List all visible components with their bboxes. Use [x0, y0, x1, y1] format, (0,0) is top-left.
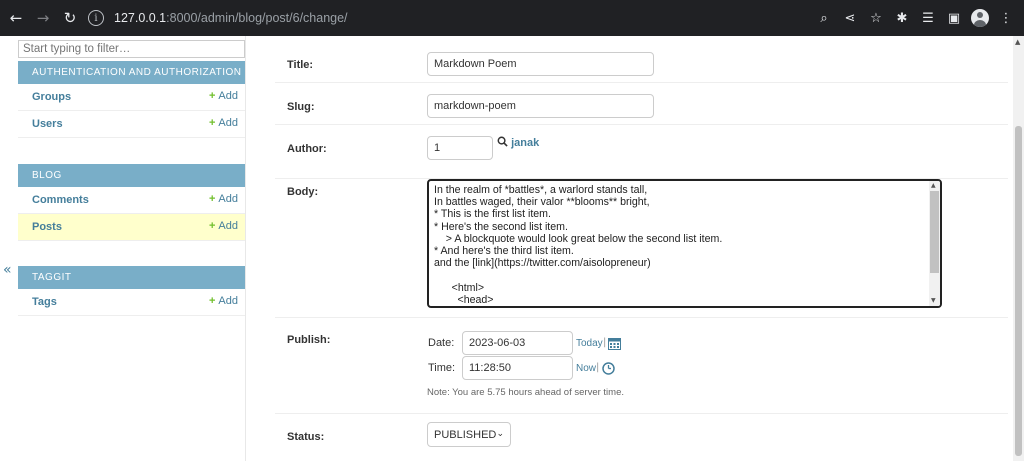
date-label: Date: — [428, 337, 455, 349]
form-row-body: Body: In the realm of *battles*, a warlo… — [275, 177, 1008, 318]
zoom-icon[interactable]: ⌕ — [812, 6, 836, 30]
title-label: Title: — [287, 59, 314, 71]
plus-icon: + — [208, 220, 216, 232]
timezone-note: Note: You are 5.75 hours ahead of server… — [427, 387, 624, 398]
publish-label: Publish: — [287, 334, 331, 346]
forward-icon[interactable]: → — [32, 7, 54, 29]
add-posts-link[interactable]: + Add — [209, 220, 238, 232]
form-row-slug: Slug: markdown-poem — [275, 83, 1008, 125]
author-name[interactable]: janak — [511, 137, 539, 149]
browser-toolbar: ← → ↻ i 127.0.0.1:8000/admin/blog/post/6… — [0, 0, 1024, 36]
add-tags-link[interactable]: + Add — [209, 295, 238, 307]
form-row-publish: Publish: Date: 2023-06-03 Today | Time: … — [275, 318, 1008, 414]
module-header[interactable]: TAGGIT — [18, 266, 245, 289]
add-groups-link[interactable]: + Add — [209, 90, 238, 102]
calendar-icon[interactable] — [608, 337, 621, 350]
scroll-up-arrow-icon[interactable]: ▲ — [1015, 38, 1020, 46]
status-selected-value: PUBLISHED — [434, 429, 497, 441]
form-row-author: Author: 1 janak — [275, 125, 1008, 179]
scroll-thumb[interactable] — [930, 191, 939, 273]
profile-avatar[interactable] — [968, 6, 992, 30]
author-label: Author: — [287, 143, 327, 155]
plus-icon: + — [208, 117, 216, 129]
separator: | — [603, 337, 607, 348]
now-link[interactable]: Now — [576, 363, 596, 374]
nav-filter-input[interactable] — [18, 40, 245, 58]
reload-icon[interactable]: ↻ — [59, 7, 81, 29]
body-text[interactable]: In the realm of *battles*, a warlord sta… — [429, 181, 940, 306]
page-scrollbar[interactable]: ▲ — [1013, 36, 1024, 461]
time-label: Time: — [428, 362, 456, 374]
side-panel-icon[interactable]: ▣ — [942, 6, 966, 30]
search-icon — [497, 136, 508, 147]
add-users-link[interactable]: + Add — [209, 117, 238, 129]
url-text: 127.0.0.1:8000/admin/blog/post/6/change/ — [114, 11, 348, 25]
module-header[interactable]: BLOG — [18, 164, 245, 187]
module-taggit: TAGGIT Tags + Add — [18, 266, 245, 316]
nav-sidebar-toggle[interactable]: « — [3, 262, 12, 278]
nav-row-groups: Groups + Add — [18, 84, 245, 111]
module-auth: AUTHENTICATION AND AUTHORIZATION Groups … — [18, 61, 245, 138]
nav-row-comments: Comments + Add — [18, 187, 245, 214]
nav-link-users[interactable]: Users — [32, 118, 63, 130]
site-info-icon[interactable]: i — [88, 10, 104, 26]
extensions-icon[interactable]: ✱ — [890, 6, 914, 30]
share-icon[interactable]: ⋖ — [838, 6, 862, 30]
plus-icon: + — [208, 295, 216, 307]
status-label: Status: — [287, 431, 325, 443]
scroll-up-arrow-icon[interactable]: ▲ — [931, 182, 936, 189]
author-lookup[interactable]: janak — [497, 136, 539, 149]
admin-nav-sidebar: AUTHENTICATION AND AUTHORIZATION Groups … — [18, 36, 246, 461]
time-input[interactable]: 11:28:50 — [462, 356, 573, 380]
nav-row-posts: Posts + Add — [18, 214, 245, 241]
form-row-title: Title: Markdown Poem — [275, 36, 1008, 83]
scroll-down-arrow-icon[interactable]: ▼ — [931, 297, 936, 304]
nav-link-groups[interactable]: Groups — [32, 91, 71, 103]
add-comments-link[interactable]: + Add — [209, 193, 238, 205]
author-id-input[interactable]: 1 — [427, 136, 493, 160]
reading-list-icon[interactable]: ☰ — [916, 6, 940, 30]
nav-link-comments[interactable]: Comments — [32, 194, 89, 206]
nav-row-tags: Tags + Add — [18, 289, 245, 316]
page-scroll-thumb[interactable] — [1015, 126, 1022, 456]
chevron-down-icon: ⌄ — [496, 428, 504, 438]
textarea-scrollbar[interactable]: ▲ ▼ — [929, 181, 940, 306]
date-input[interactable]: 2023-06-03 — [462, 331, 573, 355]
plus-icon: + — [208, 90, 216, 102]
status-select[interactable]: PUBLISHED ⌄ — [427, 422, 511, 447]
nav-row-users: Users + Add — [18, 111, 245, 138]
bookmark-star-icon[interactable]: ☆ — [864, 6, 888, 30]
separator: | — [596, 362, 600, 373]
today-link[interactable]: Today — [576, 338, 603, 349]
plus-icon: + — [208, 193, 216, 205]
nav-link-tags[interactable]: Tags — [32, 296, 57, 308]
menu-icon[interactable]: ⋮ — [994, 6, 1018, 30]
address-bar[interactable]: i 127.0.0.1:8000/admin/blog/post/6/chang… — [82, 4, 822, 32]
title-input[interactable]: Markdown Poem — [427, 52, 654, 76]
form-row-status: Status: PUBLISHED ⌄ — [275, 414, 1008, 461]
body-textarea[interactable]: In the realm of *battles*, a warlord sta… — [427, 179, 942, 308]
back-icon[interactable]: ← — [5, 7, 27, 29]
module-blog: BLOG Comments + Add Posts + Add — [18, 164, 245, 241]
change-form: Title: Markdown Poem Slug: markdown-poem… — [275, 36, 1008, 461]
nav-link-posts[interactable]: Posts — [32, 221, 62, 233]
clock-icon[interactable] — [602, 362, 615, 375]
module-header[interactable]: AUTHENTICATION AND AUTHORIZATION — [18, 61, 245, 84]
slug-input[interactable]: markdown-poem — [427, 94, 654, 118]
slug-label: Slug: — [287, 101, 315, 113]
body-label: Body: — [287, 186, 319, 198]
